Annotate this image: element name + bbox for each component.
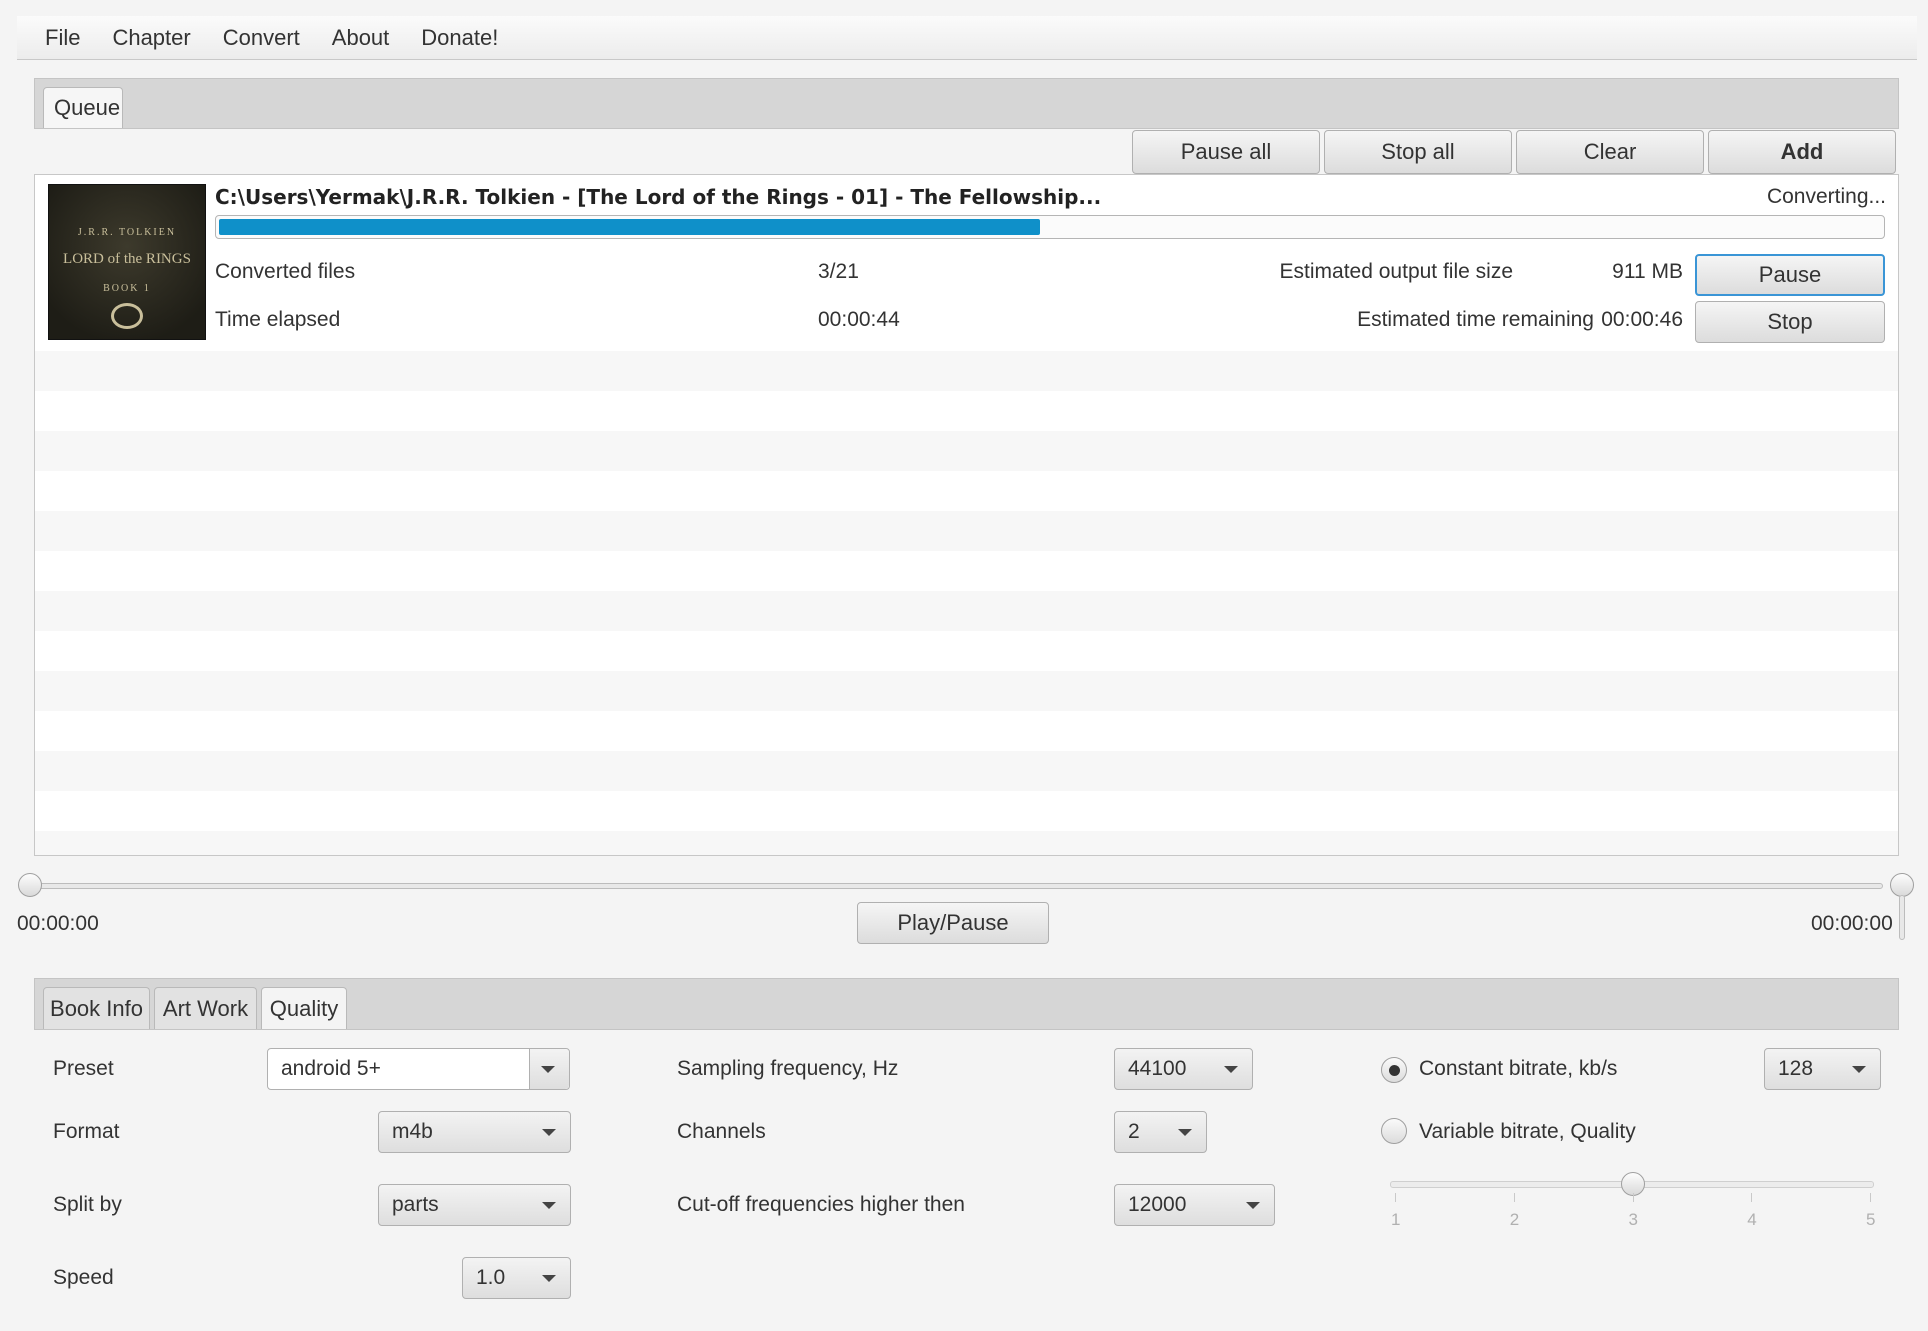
chevron-down-icon [1852,1066,1866,1073]
variable-bitrate-radio[interactable] [1381,1118,1407,1144]
menu-convert[interactable]: Convert [207,25,316,51]
cover-book: BOOK 1 [103,283,151,294]
conversion-progress-fill [219,219,1040,235]
tab-quality[interactable]: Quality [261,987,347,1029]
cutoff-combo[interactable]: 12000 [1114,1184,1275,1226]
volume-slider[interactable] [1899,895,1905,940]
empty-row [35,831,1898,855]
tab-book-info[interactable]: Book Info [43,987,150,1029]
format-label: Format [53,1120,120,1143]
menu-chapter[interactable]: Chapter [96,25,206,51]
menu-donate[interactable]: Donate! [405,25,514,51]
est-size-label: Estimated output file size [1279,260,1513,283]
split-by-label: Split by [53,1193,122,1216]
vbr-tick-mark [1751,1193,1753,1202]
vbr-tick-mark [1395,1193,1396,1202]
settings-pane: Book Info Art Work Quality [34,978,1899,1331]
chevron-down-icon [1246,1202,1260,1209]
menu-bar: File Chapter Convert About Donate! [17,16,1917,60]
chevron-down-icon [1224,1066,1238,1073]
speed-label: Speed [53,1266,114,1289]
preset-value: android 5+ [281,1057,381,1080]
speed-combo[interactable]: 1.0 [462,1257,571,1299]
est-time-label: Estimated time remaining [1357,308,1594,331]
queue-item[interactable]: J.R.R. TOLKIEN LORD of the RINGS BOOK 1 … [35,175,1898,351]
sampling-frequency-value: 44100 [1128,1057,1187,1080]
channels-value: 2 [1128,1120,1140,1143]
constant-bitrate-label: Constant bitrate, kb/s [1419,1057,1618,1080]
cover-author: J.R.R. TOLKIEN [77,227,177,238]
preset-combo[interactable]: android 5+ [267,1048,570,1090]
add-button[interactable]: Add [1708,130,1896,174]
empty-row [35,591,1898,631]
vbr-tick-label: 1 [1391,1210,1401,1229]
vbr-tick-label: 5 [1866,1210,1876,1229]
channels-combo[interactable]: 2 [1114,1111,1207,1153]
cutoff-label: Cut-off frequencies higher then [677,1193,965,1216]
constant-bitrate-value: 128 [1778,1057,1814,1080]
converted-files-label: Converted files [215,260,356,283]
queue-list[interactable]: J.R.R. TOLKIEN LORD of the RINGS BOOK 1 … [34,174,1899,856]
menu-about[interactable]: About [316,25,406,51]
item-pause-button[interactable]: Pause [1695,254,1885,296]
item-status: Converting... [1766,185,1886,208]
player-time-start: 00:00:00 [17,912,99,935]
est-time-value: 00:00:46 [1601,308,1683,331]
channels-label: Channels [677,1120,766,1143]
chevron-down-icon [542,1202,556,1209]
vbr-tick-label: 2 [1509,1210,1520,1229]
format-combo[interactable]: m4b [378,1111,571,1153]
item-file-path: C:\Users\Yermak\J.R.R. Tolkien - [The Lo… [215,185,1102,209]
preset-dropdown-button[interactable] [529,1049,569,1089]
vbr-tick-mark [1513,1193,1515,1202]
ring-icon [111,303,143,329]
format-value: m4b [392,1120,433,1143]
vbr-tick-mark [1632,1193,1634,1202]
split-by-combo[interactable]: parts [378,1184,571,1226]
chevron-down-icon [1178,1129,1192,1136]
menu-file[interactable]: File [29,25,96,51]
vbr-tick-label: 3 [1628,1210,1638,1229]
volume-slider-thumb[interactable] [1890,873,1914,897]
book-cover-image: J.R.R. TOLKIEN LORD of the RINGS BOOK 1 [48,184,206,340]
play-pause-button[interactable]: Play/Pause [857,902,1049,944]
variable-bitrate-label: Variable bitrate, Quality [1419,1120,1636,1143]
constant-bitrate-combo[interactable]: 128 [1764,1048,1881,1090]
time-elapsed-value: 00:00:44 [818,308,900,331]
conversion-progress-bar [215,215,1885,239]
queue-pane: Queue Pause all Stop all Clear Add J.R.R… [34,78,1899,856]
speed-value: 1.0 [476,1266,506,1289]
seek-slider-thumb[interactable] [18,873,42,897]
cutoff-value: 12000 [1128,1193,1187,1216]
vbr-tick-label: 4 [1747,1210,1757,1229]
empty-row [35,351,1898,391]
cover-title: LORD of the RINGS [63,251,191,267]
sampling-frequency-combo[interactable]: 44100 [1114,1048,1253,1090]
chevron-down-icon [541,1066,555,1073]
clear-button[interactable]: Clear [1516,130,1704,174]
time-elapsed-label: Time elapsed [215,308,341,331]
stop-all-button[interactable]: Stop all [1324,130,1512,174]
tab-queue[interactable]: Queue [43,87,123,128]
est-size-value: 911 MB [1612,260,1683,283]
empty-row [35,511,1898,551]
empty-row [35,431,1898,471]
converted-files-value: 3/21 [818,260,859,283]
chevron-down-icon [542,1129,556,1136]
vbr-tick-mark [1870,1193,1871,1202]
radio-selected-dot [1389,1065,1400,1076]
sampling-frequency-label: Sampling frequency, Hz [677,1057,899,1080]
constant-bitrate-radio[interactable] [1381,1057,1407,1083]
split-by-value: parts [392,1193,439,1216]
preset-label: Preset [53,1057,114,1080]
empty-row [35,751,1898,791]
pause-all-button[interactable]: Pause all [1132,130,1320,174]
tab-art-work[interactable]: Art Work [154,987,257,1029]
seek-slider[interactable] [25,883,1883,889]
queue-tab-header [34,78,1899,129]
player-time-end: 00:00:00 [1811,912,1893,935]
empty-row [35,671,1898,711]
chevron-down-icon [542,1275,556,1282]
item-stop-button[interactable]: Stop [1695,301,1885,343]
